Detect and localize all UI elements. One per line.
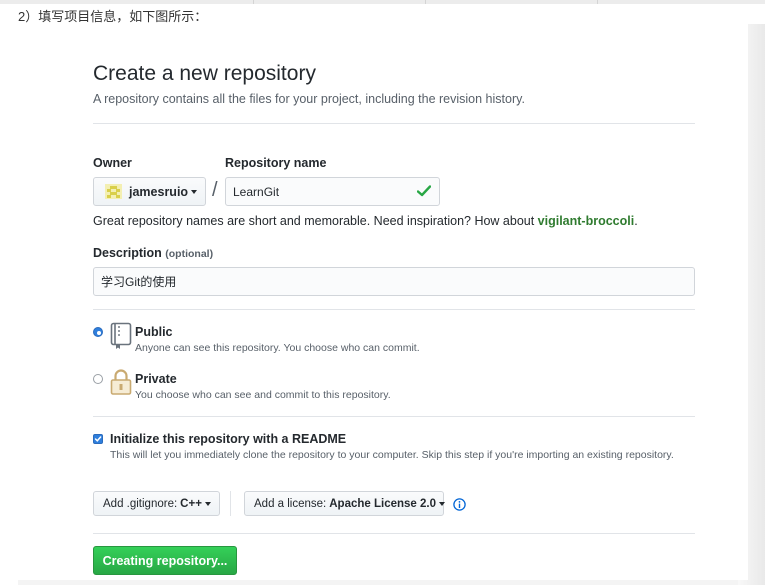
readme-checkbox[interactable] — [93, 434, 103, 444]
lock-icon — [110, 369, 132, 395]
owner-label: Owner — [93, 156, 132, 170]
divider — [93, 309, 695, 310]
license-select[interactable]: Add a license: Apache License 2.0 — [244, 491, 445, 516]
create-repository-button[interactable]: Creating repository... — [93, 546, 237, 575]
private-radio[interactable] — [93, 374, 103, 384]
repo-name-value: LearnGit — [233, 184, 280, 199]
description-optional: (optional) — [165, 248, 214, 260]
public-label[interactable]: Public — [135, 325, 173, 339]
hint-text: Great repository names are short and mem… — [93, 214, 538, 228]
hint-end: . — [634, 214, 638, 228]
document-top-border — [0, 0, 765, 4]
description-label: Description (optional) — [93, 246, 213, 260]
repo-name-hint: Great repository names are short and mem… — [93, 214, 638, 228]
readme-label[interactable]: Initialize this repository with a README — [110, 432, 346, 446]
divider — [93, 416, 695, 417]
license-prefix: Add a license: — [254, 497, 327, 510]
screenshot-panel: Create a new repository A repository con… — [18, 24, 748, 580]
repo-book-icon — [110, 322, 132, 349]
owner-repo-separator: / — [212, 179, 218, 201]
owner-name: jamesruio — [129, 184, 189, 199]
readme-description: This will let you immediately clone the … — [110, 449, 674, 461]
license-value: Apache License 2.0 — [329, 497, 436, 510]
divider — [230, 491, 231, 516]
repo-name-input[interactable]: LearnGit — [225, 177, 440, 206]
checkmark-icon — [94, 436, 102, 442]
description-value: 学习Git的使用 — [101, 275, 177, 289]
description-input[interactable]: 学习Git的使用 — [93, 267, 695, 296]
check-icon — [417, 185, 431, 197]
chevron-down-icon — [191, 189, 198, 194]
info-icon[interactable] — [453, 498, 466, 511]
divider — [253, 0, 254, 4]
divider — [597, 0, 598, 4]
divider — [93, 123, 695, 124]
intro-text: 2）填写项目信息，如下图所示： — [18, 9, 208, 24]
owner-select[interactable]: jamesruio — [93, 177, 206, 206]
private-description: You choose who can see and commit to thi… — [135, 389, 391, 401]
private-label[interactable]: Private — [135, 372, 177, 386]
description-label-text: Description — [93, 246, 162, 260]
public-radio[interactable] — [93, 327, 103, 337]
repo-name-label: Repository name — [225, 156, 327, 170]
gitignore-select[interactable]: Add .gitignore: C++ — [93, 491, 220, 516]
divider — [93, 533, 695, 534]
owner-avatar — [105, 184, 122, 199]
divider — [425, 0, 426, 4]
chevron-down-icon — [439, 501, 445, 506]
chevron-down-icon — [204, 501, 211, 506]
page-subtitle: A repository contains all the files for … — [93, 92, 525, 106]
public-description: Anyone can see this repository. You choo… — [135, 342, 420, 354]
gitignore-prefix: Add .gitignore: — [103, 497, 178, 510]
page-title: Create a new repository — [93, 62, 316, 85]
suggestion-link[interactable]: vigilant-broccoli — [538, 214, 635, 228]
gitignore-value: C++ — [180, 497, 202, 510]
